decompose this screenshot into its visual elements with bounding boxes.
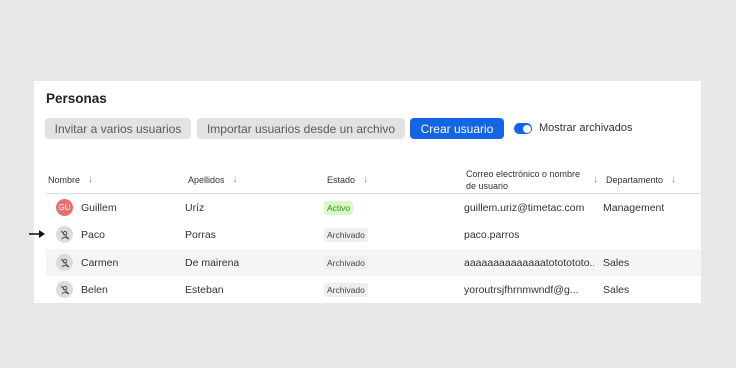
column-header-email-line2: de usuario bbox=[466, 181, 509, 191]
user-off-icon bbox=[56, 254, 73, 271]
cell-department: Sales bbox=[603, 283, 630, 296]
status-badge: Archivado bbox=[324, 227, 368, 242]
column-header-name-label: Nombre bbox=[48, 174, 81, 185]
column-header-name[interactable]: Nombre ↓ bbox=[48, 174, 93, 185]
import-users-button[interactable]: Importar usuarios desde un archivo bbox=[197, 118, 405, 139]
user-off-icon bbox=[56, 281, 73, 298]
avatar: GU bbox=[56, 199, 73, 216]
column-header-surname[interactable]: Apellidos ↓ bbox=[188, 174, 238, 185]
column-header-surname-label: Apellidos bbox=[188, 174, 225, 185]
cell-surname: Esteban bbox=[185, 283, 224, 296]
cell-surname: Porras bbox=[185, 228, 216, 241]
table-row[interactable]: Belen Esteban Archivado yoroutrsjfhrnmwn… bbox=[46, 276, 701, 303]
arrow-down-icon: ↓ bbox=[88, 174, 94, 185]
cell-surname: De mairena bbox=[185, 256, 240, 269]
arrow-down-icon: ↓ bbox=[671, 174, 677, 185]
column-header-department[interactable]: Departamento ↓ bbox=[606, 174, 676, 185]
table-row[interactable]: Carmen De mairena Archivado aaaaaaaaaaaa… bbox=[46, 249, 701, 276]
column-header-status-label: Estado bbox=[327, 174, 356, 185]
cell-name: Guillem bbox=[81, 201, 117, 214]
toggle-knob bbox=[522, 124, 531, 133]
people-panel: Personas Invitar a varios usuarios Impor… bbox=[34, 81, 701, 303]
status-badge: Activo bbox=[324, 200, 354, 215]
cell-status: Archivado bbox=[324, 221, 368, 248]
column-header-department-label: Departamento bbox=[606, 174, 664, 185]
cell-email: yoroutrsjfhrnmwndf@g... bbox=[464, 283, 579, 296]
arrow-down-icon: ↓ bbox=[232, 174, 238, 185]
column-header-status[interactable]: Estado ↓ bbox=[327, 174, 368, 185]
cell-department: Sales bbox=[603, 256, 630, 269]
user-off-icon bbox=[56, 226, 73, 243]
column-header-email-line1: Correo electrónico o nombre bbox=[466, 169, 581, 179]
cell-name: Paco bbox=[81, 228, 105, 241]
arrow-down-icon: ↓ bbox=[363, 174, 369, 185]
status-badge: Archivado bbox=[324, 255, 368, 270]
cell-department: Management bbox=[603, 201, 665, 214]
column-header-email-sort[interactable]: ↓ bbox=[585, 174, 598, 185]
cell-name: Belen bbox=[81, 283, 108, 296]
status-badge: Archivado bbox=[324, 282, 368, 297]
cell-status: Archivado bbox=[324, 249, 368, 276]
cell-email: guillem.uriz@timetac.com bbox=[464, 201, 585, 214]
table-row[interactable]: GU Guillem Uríz Activo guillem.uriz@time… bbox=[46, 194, 701, 221]
cell-status: Archivado bbox=[324, 276, 368, 303]
cell-name: Carmen bbox=[81, 256, 119, 269]
cell-status: Activo bbox=[324, 194, 354, 221]
column-header-email[interactable]: Correo electrónico o nombre de usuario bbox=[466, 168, 598, 192]
page-title: Personas bbox=[46, 91, 107, 106]
arrow-down-icon: ↓ bbox=[593, 174, 598, 185]
table-row[interactable]: Paco Porras Archivado paco.parros bbox=[46, 221, 701, 248]
cell-email: paco.parros bbox=[464, 228, 520, 241]
show-archived-toggle[interactable] bbox=[514, 123, 532, 134]
create-user-button[interactable]: Crear usuario bbox=[410, 118, 504, 139]
invite-users-button[interactable]: Invitar a varios usuarios bbox=[45, 118, 191, 139]
show-archived-label: Mostrar archivados bbox=[539, 122, 633, 134]
arrow-right-icon bbox=[29, 230, 45, 238]
cell-email: aaaaaaaaaaaaaatototototo... bbox=[464, 256, 594, 269]
cell-surname: Uríz bbox=[185, 201, 205, 214]
